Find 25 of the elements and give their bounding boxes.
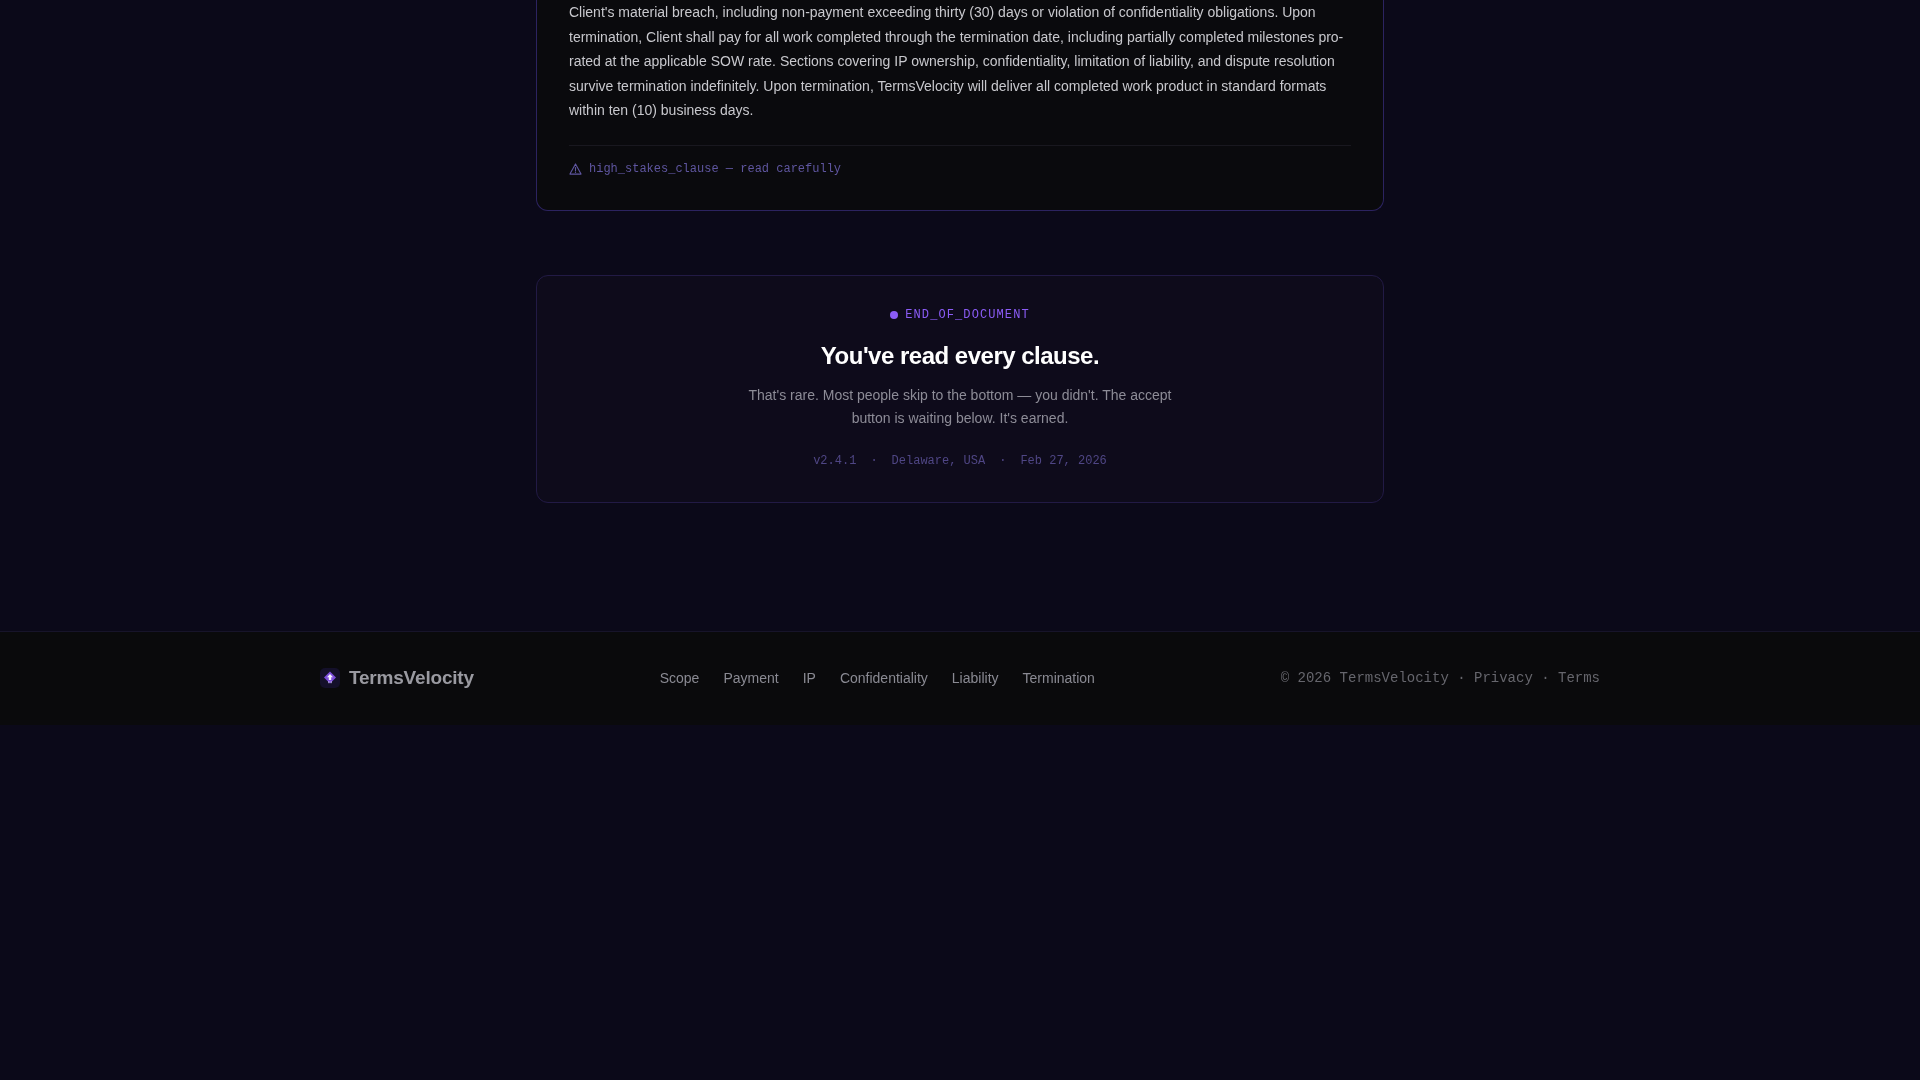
arrow-logo-icon	[320, 668, 340, 688]
footer-nav-link[interactable]: Payment	[723, 670, 779, 686]
document-meta: Delaware, USA	[891, 452, 986, 470]
document-meta: v2.4.1	[813, 452, 857, 470]
document-meta: Feb 27, 2026	[1020, 452, 1107, 470]
meta-separator: ·	[870, 452, 878, 470]
footer-nav-link[interactable]: IP	[802, 670, 816, 686]
legal-separator: ·	[1457, 670, 1466, 686]
warning-icon	[569, 162, 582, 175]
end-tag: END_OF_DOCUMENT	[905, 305, 1030, 324]
dot-icon	[890, 310, 899, 319]
clause-footnote: high_stakes_clause — read carefully	[589, 160, 842, 178]
footer-nav-link[interactable]: Scope	[659, 670, 700, 686]
end-title: You've read every clause.	[819, 340, 1101, 371]
footer-nav-link[interactable]: Confidentiality	[839, 670, 928, 686]
footer-nav-link[interactable]: Liability	[951, 670, 999, 686]
meta-separator: ·	[999, 452, 1007, 470]
legal-link[interactable]: Privacy	[1474, 670, 1533, 686]
footer-nav-link[interactable]: Termination	[1022, 670, 1095, 686]
brand-name[interactable]: TermsVelocity	[349, 667, 474, 689]
legal-separator: ·	[1541, 670, 1550, 686]
legal-link[interactable]: Terms	[1558, 670, 1600, 686]
copyright-text: © 2026 TermsVelocity	[1280, 670, 1449, 686]
clause-text: Client's material breach, including non-payment exceeding thirty (30) days or violation of confidentiality obligations. Upon termination, Client shall pay for all work completed through the termination date, including partially completed milestones pro-rated at the applicable SOW rate. Sections covering IP ownership, confidentiality, limitation of liability, and dispute resolution survive termination indefinitely. Upon termination, TermsVelocity will deliver all completed work product in standard formats within ten (10) business days.	[569, 3, 1345, 120]
end-message: That's rare. Most people skip to the bottom — you didn't. The accept button is waiting below. It's earned.	[747, 385, 1173, 428]
